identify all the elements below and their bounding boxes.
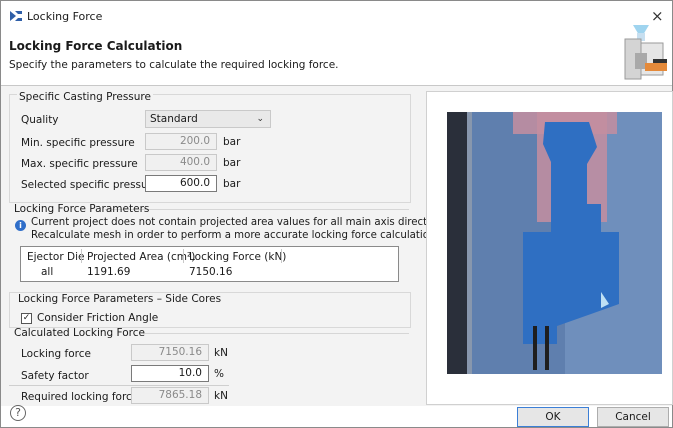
dialog-window: Locking Force × Locking Force Calculatio… bbox=[0, 0, 673, 428]
required-force-label: Required locking force bbox=[21, 391, 139, 403]
calculated-group-title: Calculated Locking Force bbox=[14, 327, 145, 339]
window-title: Locking Force bbox=[27, 10, 103, 23]
die-casting-machine-icon bbox=[624, 25, 667, 80]
quality-selected-value: Standard bbox=[150, 113, 198, 125]
safety-factor-input[interactable]: 10.0 bbox=[131, 365, 209, 382]
locking-params-divider bbox=[105, 209, 409, 210]
locking-force-field: 7150.16 bbox=[131, 344, 209, 361]
table-cell-projected-area: 1191.69 bbox=[87, 266, 131, 278]
required-force-field: 7865.18 bbox=[131, 387, 209, 404]
min-pressure-field: 200.0 bbox=[145, 133, 217, 150]
preview-graphic bbox=[447, 112, 662, 404]
title-bar: Locking Force × bbox=[1, 1, 672, 31]
page-title: Locking Force Calculation bbox=[9, 39, 183, 53]
selected-pressure-input[interactable]: 600.0 bbox=[145, 175, 217, 192]
casting-part-preview bbox=[426, 91, 673, 405]
casting-pressure-group-title: Specific Casting Pressure bbox=[17, 91, 153, 103]
cancel-button[interactable]: Cancel bbox=[597, 407, 669, 427]
table-header-locking-force: Locking Force (kN) bbox=[189, 251, 287, 263]
table-header-ejector-die: Ejector Die bbox=[27, 251, 85, 263]
table-header-projected-area: Projected Area (cm²) bbox=[87, 251, 196, 263]
column-divider bbox=[281, 249, 282, 263]
info-message-line2: Recalculate mesh in order to perform a m… bbox=[31, 230, 439, 241]
table-row[interactable]: all 1191.69 7150.16 bbox=[21, 265, 398, 280]
min-pressure-label: Min. specific pressure bbox=[21, 137, 135, 149]
calculated-divider bbox=[143, 333, 409, 334]
column-divider bbox=[81, 249, 82, 263]
friction-angle-label: Consider Friction Angle bbox=[37, 312, 159, 324]
info-icon: i bbox=[15, 220, 26, 231]
ok-button[interactable]: OK bbox=[517, 407, 589, 427]
ejector-pin-2 bbox=[545, 326, 549, 370]
table-cell-ejector-die: all bbox=[41, 266, 54, 278]
info-message-line1: Current project does not contain project… bbox=[31, 217, 452, 228]
page-subtitle: Specify the parameters to calculate the … bbox=[9, 59, 339, 71]
ejector-pin-1 bbox=[533, 326, 537, 370]
left-core bbox=[447, 112, 467, 374]
min-pressure-unit: bar bbox=[223, 136, 241, 148]
projected-area-table: Ejector Die Projected Area (cm²) Locking… bbox=[20, 246, 399, 282]
locking-force-app-icon bbox=[10, 11, 22, 21]
max-pressure-unit: bar bbox=[223, 157, 241, 169]
max-pressure-field: 400.0 bbox=[145, 154, 217, 171]
locking-force-label: Locking force bbox=[21, 348, 91, 360]
locking-force-unit: kN bbox=[214, 347, 228, 359]
locking-params-group-title: Locking Force Parameters bbox=[14, 203, 150, 215]
required-divider bbox=[9, 385, 229, 386]
safety-factor-label: Safety factor bbox=[21, 370, 89, 382]
table-cell-locking-force: 7150.16 bbox=[189, 266, 233, 278]
help-icon[interactable]: ? bbox=[10, 405, 26, 421]
quality-select[interactable]: Standard ⌄ bbox=[145, 110, 271, 128]
chevron-down-icon: ⌄ bbox=[256, 114, 264, 124]
max-pressure-label: Max. specific pressure bbox=[21, 158, 138, 170]
left-core-edge bbox=[467, 112, 472, 374]
selected-pressure-label: Selected specific pressure bbox=[21, 179, 159, 191]
selected-pressure-unit: bar bbox=[223, 178, 241, 190]
part-shoulder bbox=[523, 232, 619, 254]
quality-label: Quality bbox=[21, 114, 59, 126]
column-divider bbox=[183, 249, 184, 263]
friction-angle-checkbox[interactable]: ✓ bbox=[21, 313, 32, 324]
preview-bottom bbox=[447, 374, 662, 404]
required-force-unit: kN bbox=[214, 390, 228, 402]
safety-factor-unit: % bbox=[214, 368, 224, 380]
side-cores-group-title: Locking Force Parameters – Side Cores bbox=[18, 293, 222, 305]
